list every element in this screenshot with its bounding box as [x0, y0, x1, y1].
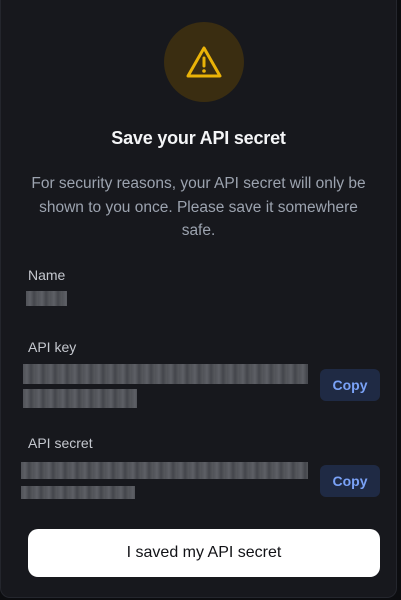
- name-label: Name: [28, 267, 66, 283]
- api-key-value-redacted-line2: [23, 389, 137, 408]
- confirm-saved-button[interactable]: I saved my API secret: [28, 529, 380, 577]
- api-secret-value-redacted-line2: [21, 486, 135, 499]
- api-secret-label: API secret: [28, 435, 93, 451]
- copy-api-secret-button[interactable]: Copy: [320, 465, 380, 497]
- warning-icon-container: [164, 22, 244, 102]
- dialog-description: For security reasons, your API secret wi…: [31, 175, 366, 239]
- api-secret-dialog: Save your API secret For security reason…: [0, 0, 397, 598]
- warning-icon: [186, 46, 222, 78]
- dialog-title: Save your API secret: [111, 128, 286, 148]
- api-key-value-redacted: [23, 364, 308, 384]
- api-key-label: API key: [28, 339, 77, 355]
- name-value-redacted: [26, 291, 67, 306]
- api-secret-value-redacted: [21, 462, 308, 479]
- copy-api-key-button[interactable]: Copy: [320, 369, 380, 401]
